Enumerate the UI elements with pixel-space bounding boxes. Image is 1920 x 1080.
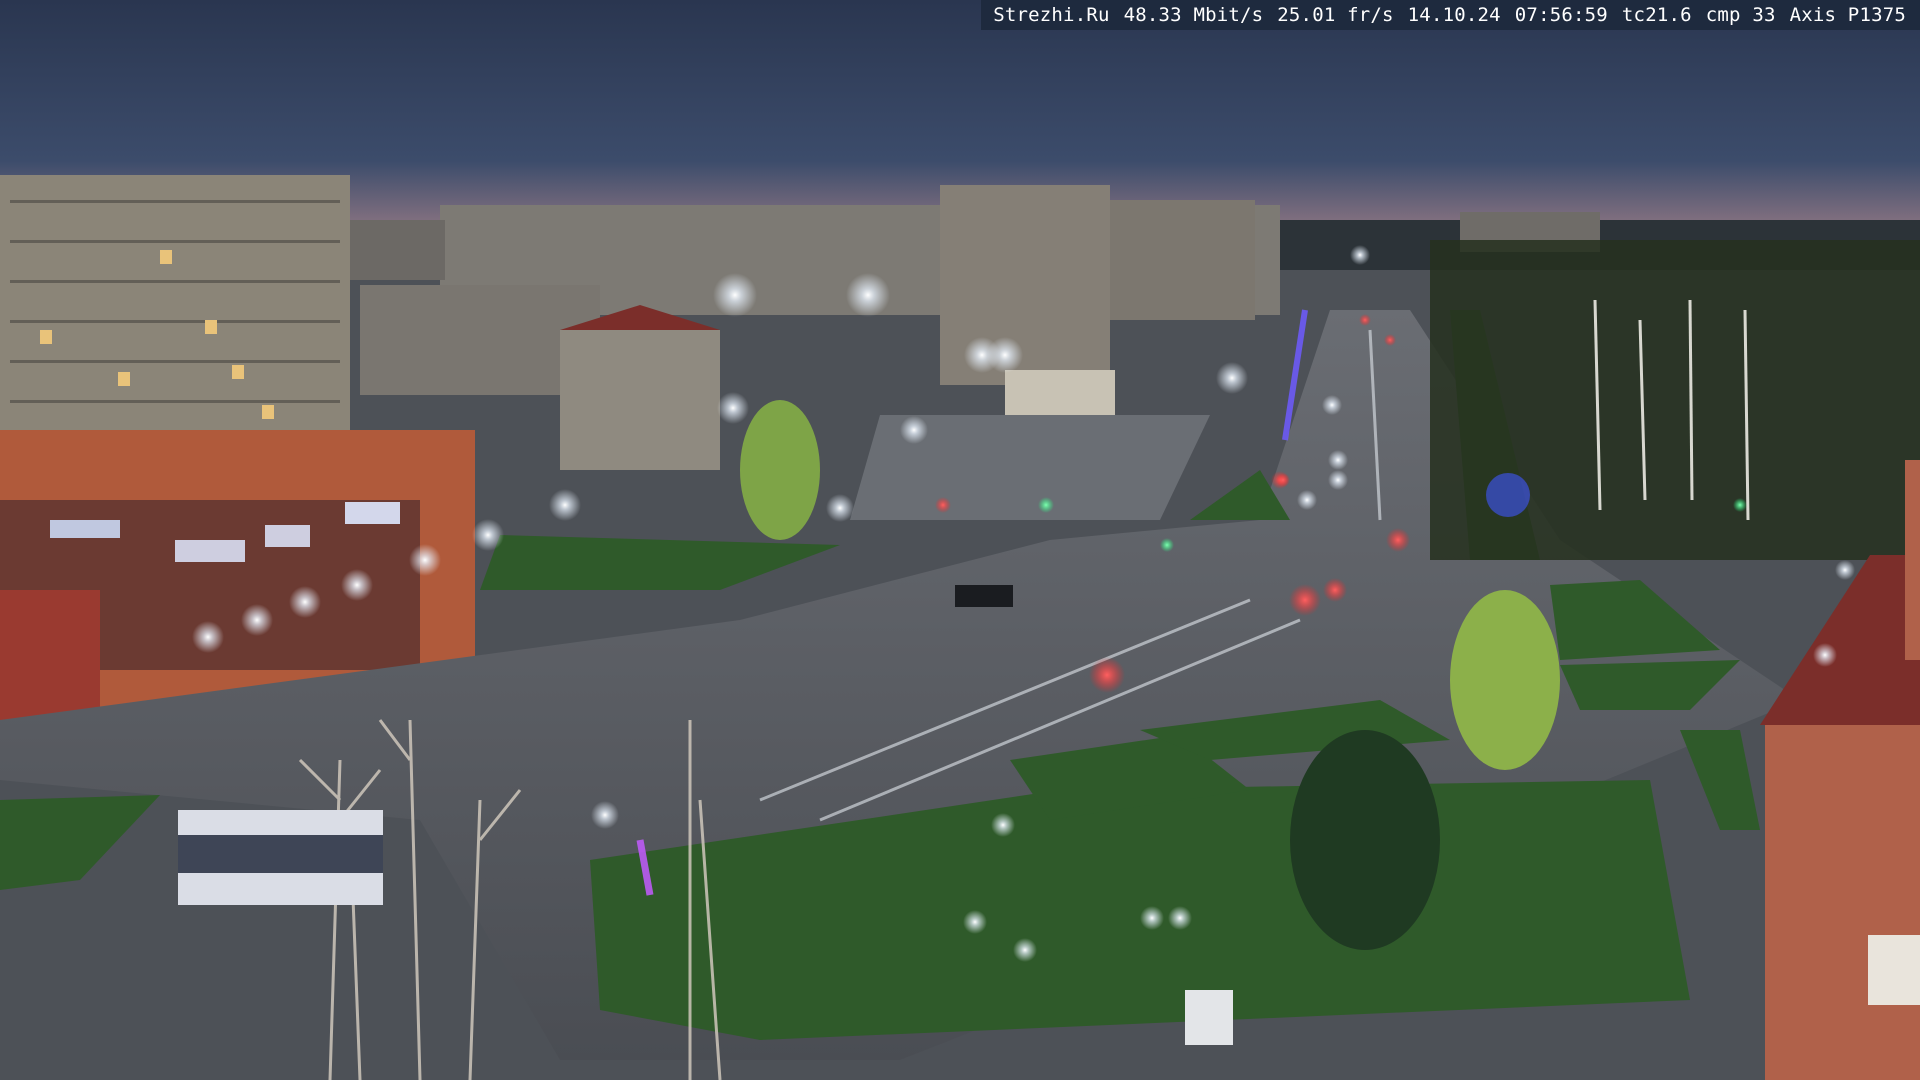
osd-site: Strezhi.Ru bbox=[993, 4, 1110, 26]
camera-osd-overlay: Strezhi.Ru 48.33 Mbit/s 25.01 fr/s 14.10.24… bbox=[981, 0, 1920, 30]
osd-cmp: cmp 33 bbox=[1705, 4, 1776, 26]
osd-date: 14.10.24 bbox=[1407, 4, 1501, 26]
osd-fps: 25.01 fr/s bbox=[1277, 4, 1394, 26]
osd-bitrate: 48.33 Mbit/s bbox=[1123, 4, 1264, 26]
osd-camera-model: Axis P1375 bbox=[1789, 4, 1906, 26]
bus bbox=[178, 810, 383, 905]
osd-time: 07:56:59 bbox=[1514, 4, 1608, 26]
city-intersection-scene bbox=[0, 0, 1920, 1080]
house-with-red-roof bbox=[560, 330, 720, 470]
osd-tc: tc21.6 bbox=[1621, 4, 1692, 26]
pavilion bbox=[1005, 370, 1115, 420]
parked-white-car bbox=[1185, 990, 1233, 1045]
camera-view: Strezhi.Ru 48.33 Mbit/s 25.01 fr/s 14.10.24… bbox=[0, 0, 1920, 1080]
dark-car bbox=[955, 585, 1013, 607]
